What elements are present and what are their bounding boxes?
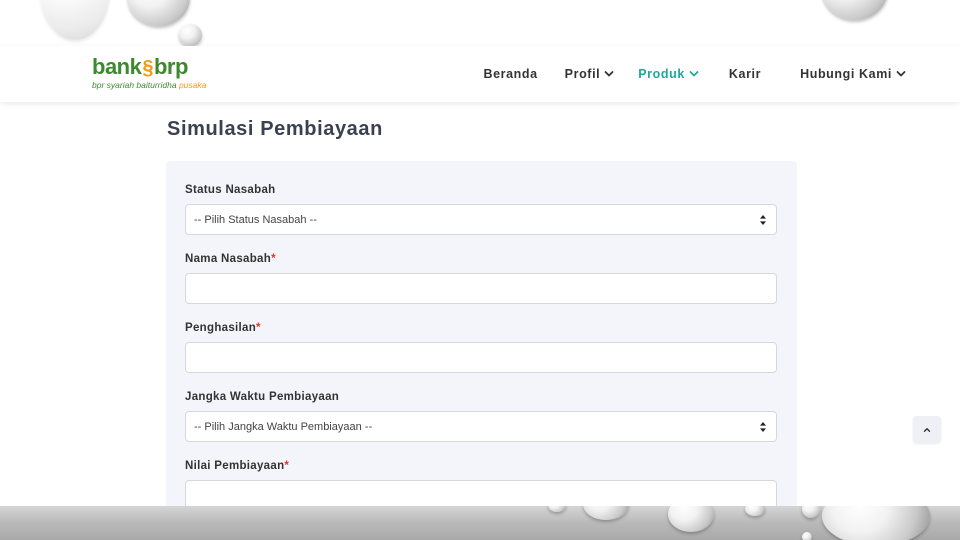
water-drop-decoration	[548, 506, 566, 512]
water-drop-decoration	[668, 506, 714, 532]
water-drop-decoration	[179, 24, 202, 46]
water-drop-decoration	[745, 506, 765, 516]
chevron-up-icon	[923, 427, 931, 432]
water-drop-decoration	[802, 506, 820, 518]
status-nasabah-select[interactable]: -- Pilih Status Nasabah --	[185, 204, 777, 235]
logo-tagline: bpr syariah baiturridha pusaka	[92, 80, 206, 90]
logo-word-brp: brp	[153, 54, 188, 79]
main-nav: Beranda Profil Produk Karir Hubungi Kami	[483, 46, 906, 102]
jangka-waktu-select[interactable]: -- Pilih Jangka Waktu Pembiayaan --	[185, 411, 777, 442]
sort-caret-icon	[760, 422, 766, 432]
nav-item-label: Hubungi Kami	[800, 67, 892, 81]
water-drop-decoration	[802, 532, 812, 540]
jangka-waktu-selected-value: -- Pilih Jangka Waktu Pembiayaan --	[194, 420, 373, 433]
nav-item-karir[interactable]: Karir	[729, 67, 761, 81]
logo-word-bank: bank	[92, 54, 142, 79]
status-nasabah-label-text: Status Nasabah	[185, 184, 276, 196]
required-marker: *	[271, 253, 276, 265]
logo-tagline-accent: pusaka	[178, 80, 207, 90]
nilai-pembiayaan-label: Nilai Pembiayaan*	[185, 460, 289, 472]
logo-tagline-main: bpr syariah baiturridha	[92, 80, 177, 90]
required-marker: *	[256, 322, 261, 334]
nav-item-beranda[interactable]: Beranda	[483, 67, 537, 81]
page-title: Simulasi Pembiayaan	[167, 118, 383, 140]
scroll-to-top-button[interactable]	[913, 416, 941, 443]
jangka-waktu-label-text: Jangka Waktu Pembiayaan	[185, 391, 340, 403]
bank-logo[interactable]: bank§brp bpr syariah baiturridha pusaka	[92, 54, 206, 94]
navbar: bank§brp bpr syariah baiturridha pusaka …	[0, 46, 960, 102]
nama-nasabah-label: Nama Nasabah*	[185, 253, 276, 265]
required-marker: *	[284, 460, 290, 472]
penghasilan-input[interactable]	[185, 342, 777, 373]
footer-decoration	[0, 506, 960, 540]
nav-item-label: Profil	[564, 67, 601, 81]
nav-item-label: Beranda	[483, 67, 538, 81]
nav-item-label: Produk	[638, 67, 685, 81]
chevron-down-icon	[604, 71, 614, 77]
nav-item-label: Karir	[728, 67, 762, 81]
penghasilan-label-text: Penghasilan	[185, 322, 257, 334]
nav-item-produk[interactable]: Produk	[638, 67, 699, 81]
jangka-waktu-label: Jangka Waktu Pembiayaan	[185, 391, 339, 403]
status-nasabah-selected-value: -- Pilih Status Nasabah --	[194, 213, 317, 226]
status-nasabah-label: Status Nasabah	[185, 184, 275, 196]
water-drop-decoration	[822, 506, 930, 540]
logo-mark-icon: §	[142, 57, 153, 79]
nama-nasabah-input[interactable]	[185, 273, 777, 304]
nav-item-hubungi-kami[interactable]: Hubungi Kami	[800, 67, 906, 81]
header-decoration	[0, 0, 960, 46]
nav-item-profil[interactable]: Profil	[565, 67, 615, 81]
nilai-pembiayaan-label-text: Nilai Pembiayaan	[185, 460, 285, 472]
chevron-down-icon	[896, 71, 906, 77]
chevron-down-icon	[689, 71, 699, 77]
sort-caret-icon	[760, 215, 766, 225]
water-drop-decoration	[40, 0, 110, 40]
water-drop-decoration	[583, 506, 629, 520]
water-drop-decoration	[128, 0, 190, 26]
nama-nasabah-label-text: Nama Nasabah	[185, 253, 272, 265]
water-drop-decoration	[822, 0, 888, 20]
penghasilan-label: Penghasilan*	[185, 322, 261, 334]
